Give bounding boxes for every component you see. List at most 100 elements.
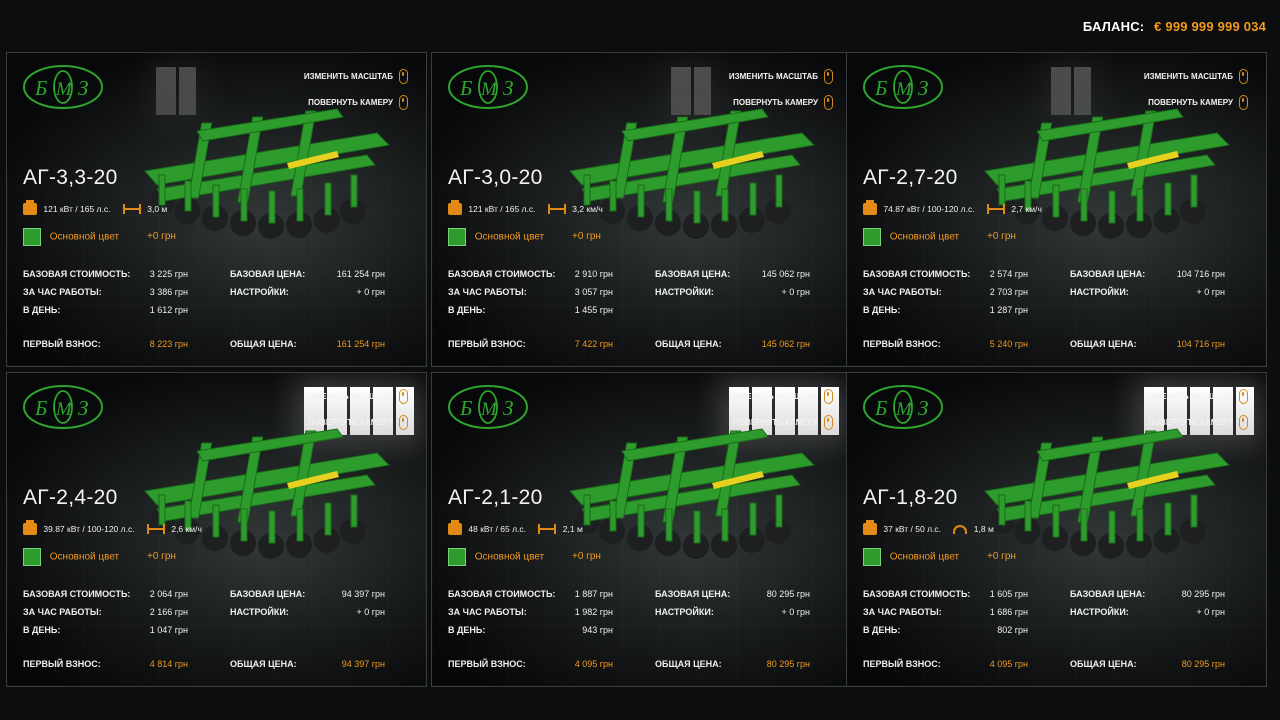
power-spec: 121 кВт / 165 л.с. (43, 204, 111, 214)
base-cost-label: БАЗОВАЯ СТОИМОСТЬ: (448, 269, 556, 279)
per-hour-label: ЗА ЧАС РАБОТЫ: (863, 607, 942, 617)
settings-value: + 0 грн (1196, 287, 1225, 297)
color-option[interactable]: Основной цвет +0 грн (448, 548, 601, 566)
equipment-card-6[interactable]: Б М З ИЗМЕНИТЬ МАСШТАБ ПОВЕРНУТЬ КАМЕРУ … (846, 372, 1267, 687)
svg-text:М: М (895, 399, 913, 420)
model-title: АГ-3,0-20 (448, 166, 543, 189)
per-hour-value: 2 703 грн (989, 287, 1028, 297)
mouse-scroll-icon (399, 389, 408, 404)
color-option[interactable]: Основной цвет +0 грн (23, 548, 176, 566)
speed-icon (953, 524, 968, 534)
settings-label: НАСТРОЙКИ: (655, 607, 714, 617)
base-price-label: БАЗОВАЯ ЦЕНА: (1070, 589, 1146, 599)
harrow-machine-image (144, 108, 391, 239)
color-price: +0 грн (987, 551, 1016, 562)
first-payment-label: ПЕРВЫЙ ВЗНОС: (863, 659, 941, 669)
first-payment-value: 5 240 грн (989, 339, 1028, 349)
equipment-card-5[interactable]: Б М З ИЗМЕНИТЬ МАСШТАБ ПОВЕРНУТЬ КАМЕРУ … (431, 372, 852, 687)
rotate-hint: ПОВЕРНУТЬ КАМЕРУ (1148, 415, 1248, 430)
rotate-hint: ПОВЕРНУТЬ КАМЕРУ (1148, 95, 1248, 110)
engine-icon (863, 520, 877, 535)
width-icon (986, 204, 1005, 214)
second-spec: 1,8 м (973, 524, 994, 534)
rotate-hint-text: ПОВЕРНУТЬ КАМЕРУ (308, 98, 393, 107)
settings-label: НАСТРОЙКИ: (230, 607, 289, 617)
color-option[interactable]: Основной цвет +0 грн (863, 228, 1016, 246)
color-swatch[interactable] (448, 548, 466, 566)
first-payment-value: 7 422 грн (574, 339, 613, 349)
balance-value: € 999 999 999 034 (1154, 19, 1266, 34)
equipment-card-1[interactable]: Б М З ИЗМЕНИТЬ МАСШТАБ ПОВЕРНУТЬ КАМЕРУ … (6, 52, 427, 367)
engine-icon (23, 200, 37, 215)
rotate-hint-text: ПОВЕРНУТЬ КАМЕРУ (308, 418, 393, 427)
scale-hint: ИЗМЕНИТЬ МАСШТАБ (304, 69, 408, 84)
equipment-card-3[interactable]: Б М З ИЗМЕНИТЬ МАСШТАБ ПОВЕРНУТЬ КАМЕРУ … (846, 52, 1267, 367)
settings-label: НАСТРОЙКИ: (230, 287, 289, 297)
balance-display: БАЛАНС: € 999 999 999 034 (1083, 19, 1266, 34)
base-price-value: 104 716 грн (1176, 269, 1225, 279)
engine-icon (448, 520, 462, 535)
per-day-value: 802 грн (997, 625, 1028, 635)
svg-text:З: З (503, 76, 513, 100)
color-swatch[interactable] (23, 548, 41, 566)
harrow-machine-image (984, 108, 1231, 239)
color-label: Основной цвет (889, 231, 960, 243)
equipment-card-4[interactable]: Б М З ИЗМЕНИТЬ МАСШТАБ ПОВЕРНУТЬ КАМЕРУ … (6, 372, 427, 687)
color-option[interactable]: Основной цвет +0 грн (863, 548, 1016, 566)
specs-row: 39.87 кВт / 100-120 л.с. 2,6 км/ч (23, 520, 202, 537)
rotate-hint: ПОВЕРНУТЬ КАМЕРУ (308, 415, 408, 430)
color-label: Основной цвет (474, 551, 545, 563)
total-price-label: ОБЩАЯ ЦЕНА: (655, 339, 722, 349)
scale-hint-text: ИЗМЕНИТЬ МАСШТАБ (728, 392, 818, 401)
power-spec: 74.87 кВт / 100-120 л.с. (883, 204, 975, 214)
rotate-hint: ПОВЕРНУТЬ КАМЕРУ (733, 415, 833, 430)
color-price: +0 грн (147, 551, 176, 562)
color-option[interactable]: Основной цвет +0 грн (448, 228, 601, 246)
first-payment-label: ПЕРВЫЙ ВЗНОС: (23, 659, 101, 669)
specs-row: 121 кВт / 165 л.с. 3,0 м (23, 200, 168, 217)
per-day-value: 1 047 грн (149, 625, 188, 635)
scale-hint: ИЗМЕНИТЬ МАСШТАБ (1144, 389, 1248, 404)
color-swatch[interactable] (23, 228, 41, 246)
per-day-label: В ДЕНЬ: (23, 625, 61, 635)
bmz-logo: Б М З (863, 65, 943, 109)
total-price-label: ОБЩАЯ ЦЕНА: (1070, 339, 1137, 349)
balance-label: БАЛАНС: (1082, 19, 1145, 34)
per-day-value: 943 грн (582, 625, 613, 635)
scale-hint-text: ИЗМЕНИТЬ МАСШТАБ (1143, 392, 1233, 401)
total-price-value: 104 716 грн (1176, 339, 1225, 349)
per-hour-label: ЗА ЧАС РАБОТЫ: (448, 607, 527, 617)
mouse-scroll-icon (824, 389, 833, 404)
svg-text:М: М (895, 79, 913, 100)
color-swatch[interactable] (863, 548, 881, 566)
mouse-drag-icon (1239, 95, 1248, 110)
svg-text:Б: Б (34, 76, 47, 100)
width-icon (538, 524, 557, 534)
svg-text:З: З (918, 396, 928, 420)
per-hour-label: ЗА ЧАС РАБОТЫ: (23, 287, 102, 297)
color-swatch[interactable] (448, 228, 466, 246)
base-price-label: БАЗОВАЯ ЦЕНА: (230, 269, 306, 279)
specs-row: 121 кВт / 165 л.с. 3,2 км/ч (448, 200, 603, 217)
equipment-card-2[interactable]: Б М З ИЗМЕНИТЬ МАСШТАБ ПОВЕРНУТЬ КАМЕРУ … (431, 52, 852, 367)
width-icon (547, 204, 566, 214)
color-price: +0 грн (987, 231, 1016, 242)
base-cost-value: 3 225 грн (149, 269, 188, 279)
mouse-drag-icon (824, 95, 833, 110)
mouse-drag-icon (824, 415, 833, 430)
harrow-machine-image (984, 428, 1231, 559)
settings-value: + 0 грн (1196, 607, 1225, 617)
scale-hint-text: ИЗМЕНИТЬ МАСШТАБ (303, 72, 393, 81)
svg-text:М: М (480, 79, 498, 100)
svg-text:Б: Б (874, 396, 887, 420)
base-cost-value: 1 887 грн (574, 589, 613, 599)
base-price-value: 80 295 грн (766, 589, 810, 599)
scale-hint: ИЗМЕНИТЬ МАСШТАБ (729, 389, 833, 404)
specs-row: 37 кВт / 50 л.с. 1,8 м (863, 520, 994, 537)
second-spec: 3,0 м (147, 204, 168, 214)
svg-text:М: М (55, 399, 73, 420)
settings-label: НАСТРОЙКИ: (655, 287, 714, 297)
first-payment-value: 4 814 грн (149, 659, 188, 669)
color-option[interactable]: Основной цвет +0 грн (23, 228, 176, 246)
color-swatch[interactable] (863, 228, 881, 246)
